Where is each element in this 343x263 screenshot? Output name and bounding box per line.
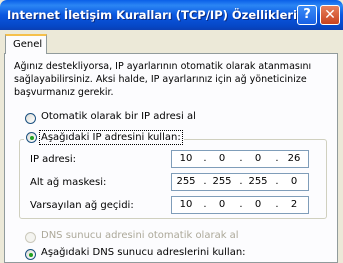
- manual-ip-legend: Aşağıdaki IP adresini kullan:: [24, 130, 184, 145]
- default-gateway-input[interactable]: 10 . 0 . 0 . 2: [171, 196, 309, 214]
- auto-dns-label[interactable]: DNS sunucu adresini otomatik olarak al: [41, 230, 239, 241]
- ip-octet-3: 0: [254, 153, 262, 164]
- mask-octet-3: 255: [248, 176, 268, 187]
- subnet-mask-label: Alt ağ maskesi:: [30, 177, 107, 188]
- tab-general-label: Genel: [13, 39, 43, 50]
- default-gateway-label: Varsayılan ağ geçidi:: [30, 200, 134, 211]
- mask-octet-2: 255: [212, 176, 232, 187]
- auto-dns-radio[interactable]: [25, 232, 36, 243]
- close-button[interactable]: ✕: [320, 5, 340, 25]
- close-icon: ✕: [324, 7, 336, 23]
- mask-octet-1: 255: [176, 176, 196, 187]
- auto-ip-radio[interactable]: [25, 113, 36, 124]
- auto-ip-label[interactable]: Otomatik olarak bir IP adresi al: [41, 111, 196, 122]
- gateway-octet-3: 0: [254, 199, 262, 210]
- ip-octet-4: 26: [287, 153, 301, 164]
- manual-dns-radio[interactable]: [25, 249, 36, 260]
- gateway-octet-1: 10: [179, 199, 193, 210]
- manual-dns-label[interactable]: Aşağıdaki DNS sunucu adreslerini kullan:: [41, 247, 246, 258]
- help-button[interactable]: ?: [297, 5, 317, 25]
- window-title: Internet İletişim Kuralları (TCP/IP) Öze…: [7, 8, 297, 22]
- gateway-octet-4: 2: [290, 199, 298, 210]
- tab-general[interactable]: Genel: [5, 34, 47, 54]
- ip-octet-1: 10: [179, 153, 193, 164]
- gateway-octet-2: 0: [218, 199, 226, 210]
- ip-address-input[interactable]: 10 . 0 . 0 . 26: [171, 150, 309, 168]
- description-text: Ağınız destekliyorsa, IP ayarlarının oto…: [14, 61, 312, 98]
- subnet-mask-input[interactable]: 255 . 255 . 255 . 0: [171, 173, 309, 191]
- ip-address-label: IP adresi:: [30, 154, 77, 165]
- ip-octet-2: 0: [218, 153, 226, 164]
- help-icon: ?: [303, 7, 311, 22]
- mask-octet-4: 0: [290, 176, 298, 187]
- title-bar[interactable]: Internet İletişim Kuralları (TCP/IP) Öze…: [0, 0, 343, 30]
- manual-ip-label[interactable]: Aşağıdaki IP adresini kullan:: [39, 130, 183, 145]
- manual-ip-radio[interactable]: [26, 132, 37, 143]
